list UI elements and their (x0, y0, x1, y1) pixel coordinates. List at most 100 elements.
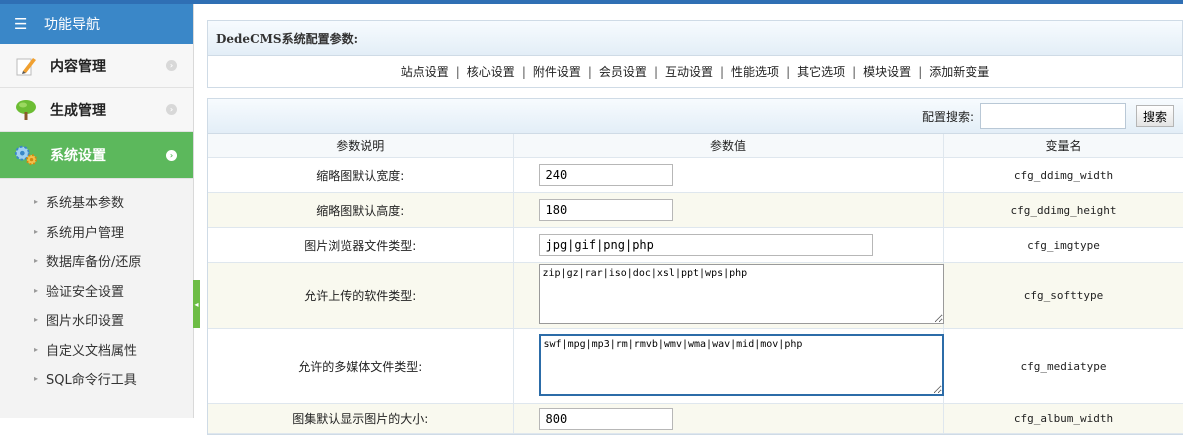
variable-name: cfg_ddimg_width (943, 157, 1183, 193)
column-header: 参数值 (513, 134, 944, 158)
submenu-item-label: 系统基本参数 (46, 196, 125, 212)
tab-separator: | (653, 64, 658, 79)
param-value-input[interactable] (538, 234, 873, 256)
submenu-item[interactable]: ▸ 系统基本参数 (0, 187, 193, 217)
tab-separator: | (786, 64, 791, 79)
tab-separator: | (918, 64, 923, 79)
tab-attachment-settings[interactable]: 附件设置 (533, 63, 581, 80)
param-value-input[interactable] (538, 407, 673, 430)
search-button[interactable]: 搜索 (1136, 105, 1174, 127)
config-header-panel: DedeCMS系统配置参数: 站点设置 | 核心设置 | 附件设置 | 会员设置 | 互… (207, 20, 1183, 88)
param-value-cell (513, 403, 944, 434)
sidebar-header-label: 功能导航 (44, 17, 100, 33)
caret-right-icon: ▸ (34, 285, 39, 295)
table-row: 缩略图默认宽度: cfg_ddimg_width (208, 157, 1183, 193)
config-grid: 配置搜索: 搜索 参数说明 参数值 变量名 缩略图默认宽度: cfg_ddimg… (207, 98, 1183, 435)
submenu-item-label: 数据库备份/还原 (46, 255, 142, 271)
menu-item-label: 系统设置 (50, 148, 106, 164)
tab-separator: | (720, 64, 725, 79)
param-value-textarea[interactable]: zip|gz|rar|iso|doc|xsl|ppt|wps|php (538, 264, 944, 324)
table-row: 缩略图默认高度: cfg_ddimg_height (208, 192, 1183, 228)
param-description: 允许上传的软件类型: (208, 262, 514, 329)
pencil-icon (14, 54, 38, 78)
submenu-item[interactable]: ▸ 自定义文档属性 (0, 335, 193, 365)
submenu-item[interactable]: ▸ 验证安全设置 (0, 276, 193, 306)
caret-right-icon: ▸ (34, 256, 39, 266)
param-value-textarea[interactable]: swf|mpg|mp3|rm|rmvb|wmv|wma|wav|mid|mov|… (538, 333, 944, 396)
column-header: 参数说明 (208, 134, 514, 158)
param-value-cell (513, 192, 944, 228)
tab-separator: | (852, 64, 857, 79)
table-header-row: 参数说明 参数值 变量名 (208, 134, 1183, 158)
param-description: 图片浏览器文件类型: (208, 227, 514, 263)
search-label: 配置搜索: (921, 109, 974, 124)
param-description: 缩略图默认宽度: (208, 157, 514, 193)
menu-item-label: 生成管理 (50, 102, 106, 119)
submenu-item-label: 图片水印设置 (46, 314, 125, 330)
caret-right-icon: ▸ (34, 197, 39, 207)
tab-interaction-settings[interactable]: 互动设置 (665, 63, 713, 80)
table-row: 允许的多媒体文件类型: swf|mpg|mp3|rm|rmvb|wmv|wma|… (208, 328, 1183, 404)
submenu-item[interactable]: ▸ SQL命令行工具 (0, 364, 193, 394)
submenu-item[interactable]: ▸ 系统用户管理 (0, 217, 193, 247)
submenu-item[interactable]: ▸ 图片水印设置 (0, 305, 193, 335)
tab-add-variable[interactable]: 添加新变量 (929, 63, 989, 80)
tab-module-settings[interactable]: 模块设置 (863, 63, 911, 80)
param-value-input[interactable] (538, 164, 673, 186)
variable-name: cfg_ddimg_height (943, 192, 1183, 228)
submenu: ▸ 系统基本参数 ▸ 系统用户管理 ▸ 数据库备份/还原 ▸ 验证安全设置 ▸ 图片水印设… (0, 179, 193, 394)
menu-item-generate[interactable]: 生成管理 › (0, 88, 193, 132)
submenu-item-label: SQL命令行工具 (46, 373, 137, 389)
config-table: 参数说明 参数值 变量名 缩略图默认宽度: cfg_ddimg_width 缩略… (208, 134, 1183, 434)
submenu-item[interactable]: ▸ 数据库备份/还原 (0, 246, 193, 276)
tab-other-options[interactable]: 其它选项 (797, 63, 845, 80)
submenu-item-label: 系统用户管理 (46, 225, 125, 241)
sidebar-header: ☰ 功能导航 (0, 4, 193, 44)
tab-separator: | (587, 64, 592, 79)
variable-name: cfg_album_width (943, 403, 1183, 434)
param-value-cell (513, 157, 944, 193)
caret-right-icon: ▸ (34, 374, 39, 384)
chevron-right-icon: › (166, 104, 177, 115)
variable-name: cfg_imgtype (943, 227, 1183, 263)
tree-icon (14, 98, 38, 122)
column-header: 变量名 (943, 134, 1183, 158)
param-value-input[interactable] (538, 199, 673, 221)
variable-name: cfg_mediatype (943, 328, 1183, 404)
tab-performance-options[interactable]: 性能选项 (731, 63, 779, 80)
tab-separator: | (455, 64, 460, 79)
settings-tabs: 站点设置 | 核心设置 | 附件设置 | 会员设置 | 互动设置 | 性能选项 | 其它选项… (208, 56, 1182, 87)
list-icon: ☰ (14, 15, 28, 33)
submenu-item-label: 自定义文档属性 (46, 343, 138, 359)
chevron-left-icon: ◂ (194, 299, 199, 309)
param-description: 缩略图默认高度: (208, 192, 514, 228)
param-description: 允许的多媒体文件类型: (208, 328, 514, 404)
param-value-cell: zip|gz|rar|iso|doc|xsl|ppt|wps|php (513, 262, 944, 329)
submenu-item-label: 验证安全设置 (46, 284, 125, 300)
menu-item-content[interactable]: 内容管理 › (0, 44, 193, 88)
tab-separator: | (521, 64, 526, 79)
menu-item-label: 内容管理 (50, 58, 106, 75)
table-row: 允许上传的软件类型: zip|gz|rar|iso|doc|xsl|ppt|wp… (208, 262, 1183, 329)
param-description: 图集默认显示图片的大小: (208, 403, 514, 434)
tab-core-settings[interactable]: 核心设置 (467, 63, 515, 80)
caret-right-icon: ▸ (34, 315, 39, 325)
caret-right-icon: ▸ (34, 226, 39, 236)
tab-member-settings[interactable]: 会员设置 (599, 63, 647, 80)
menu-item-system-settings[interactable]: 系统设置 › (0, 132, 193, 179)
param-value-cell (513, 227, 944, 263)
gears-icon (14, 143, 38, 167)
tab-site-settings[interactable]: 站点设置 (401, 63, 449, 80)
search-input[interactable] (980, 103, 1126, 129)
table-row: 图片浏览器文件类型: cfg_imgtype (208, 227, 1183, 263)
chevron-right-icon: › (166, 149, 177, 161)
page-title: DedeCMS系统配置参数: (208, 21, 1182, 56)
chevron-right-icon: › (166, 60, 177, 71)
variable-name: cfg_softtype (943, 262, 1183, 329)
main-content: DedeCMS系统配置参数: 站点设置 | 核心设置 | 附件设置 | 会员设置 | 互… (207, 20, 1183, 435)
search-bar: 配置搜索: 搜索 (208, 99, 1183, 134)
sidebar: ☰ 功能导航 内容管理 › 生成管理 › 系统设置 › ▸ 系统基本参数 ▸ 系统用… (0, 4, 194, 418)
table-row: 图集默认显示图片的大小: cfg_album_width (208, 403, 1183, 434)
sidebar-collapse-handle[interactable]: ◂ (193, 280, 200, 328)
param-value-cell: swf|mpg|mp3|rm|rmvb|wmv|wma|wav|mid|mov|… (513, 328, 944, 404)
